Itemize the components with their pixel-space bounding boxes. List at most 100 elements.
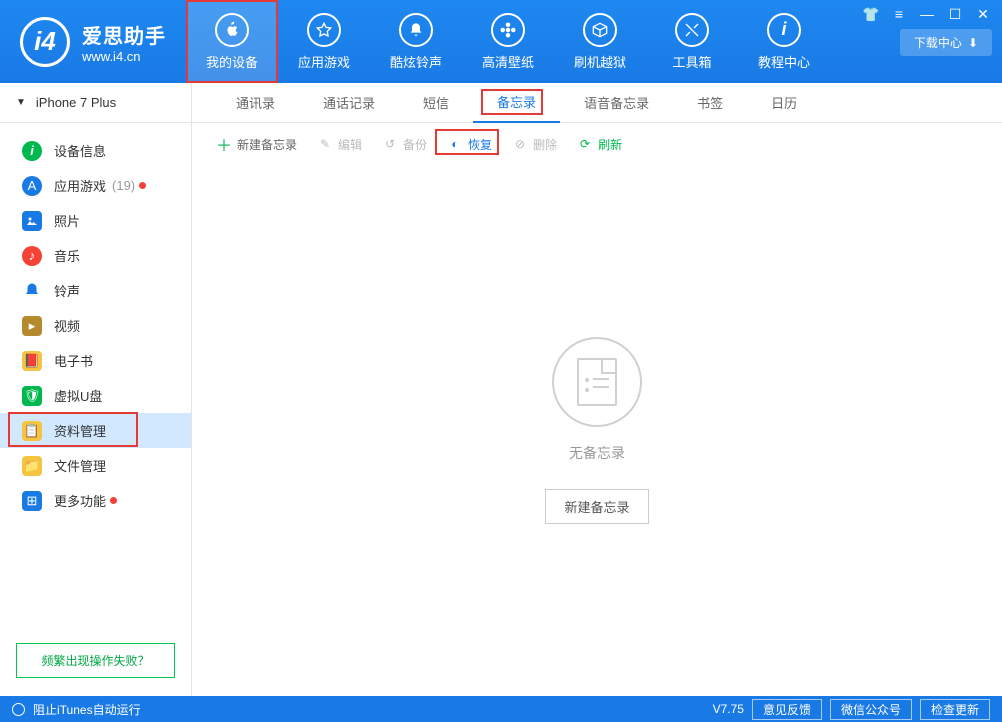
body: ▼ iPhone 7 Plus i设备信息 A应用游戏(19) 照片 ♪音乐 铃… xyxy=(0,83,1002,696)
video-icon: ▸ xyxy=(22,316,42,336)
logo-text: 爱思助手 www.i4.cn xyxy=(82,20,166,64)
nav-label: 应用游戏 xyxy=(298,52,350,71)
info-icon: i xyxy=(22,141,42,161)
tab-contacts[interactable]: 通讯录 xyxy=(212,83,299,123)
sidebar-item-label: 应用游戏 xyxy=(54,176,106,195)
empty-icon xyxy=(552,337,642,427)
app-url: www.i4.cn xyxy=(82,49,166,64)
help-link[interactable]: 频繁出现操作失败？ xyxy=(16,643,175,678)
menu-icon[interactable]: ≡ xyxy=(890,6,908,23)
sidebar-item-apps[interactable]: A应用游戏(19) xyxy=(0,168,191,203)
maximize-icon[interactable]: ☐ xyxy=(946,6,964,23)
device-selector[interactable]: ▼ iPhone 7 Plus xyxy=(0,83,191,123)
tab-label: 备忘录 xyxy=(497,92,536,111)
new-note-button[interactable]: ＋ 新建备忘录 xyxy=(208,132,305,157)
toolbar: ＋ 新建备忘录 ✎ 编辑 ↺备份 ◐恢复 ⊘ 删除 ⟳刷新 xyxy=(192,123,1002,165)
nav-ringtones[interactable]: 酷炫铃声 xyxy=(370,0,462,83)
tab-notes[interactable]: 备忘录 xyxy=(473,83,560,123)
minimize-icon[interactable]: — xyxy=(918,6,936,23)
nav-apps[interactable]: 应用游戏 xyxy=(278,0,370,83)
shield-icon: 🛡 xyxy=(22,386,42,406)
notification-dot xyxy=(139,182,146,189)
tool-label: 新建备忘录 xyxy=(237,136,297,153)
music-icon: ♪ xyxy=(22,246,42,266)
sidebar-item-music[interactable]: ♪ 音乐 xyxy=(0,238,191,273)
bell-icon xyxy=(399,13,433,47)
delete-icon: ⊘ xyxy=(512,136,528,152)
device-name: iPhone 7 Plus xyxy=(36,95,116,110)
tool-label: 恢复 xyxy=(468,136,492,153)
delete-button[interactable]: ⊘ 删除 xyxy=(504,132,565,157)
feedback-button[interactable]: 意见反馈 xyxy=(752,699,822,720)
refresh-button[interactable]: ⟳刷新 xyxy=(569,132,630,157)
sidebar-item-ringtones[interactable]: 铃声 xyxy=(0,273,191,308)
sidebar-item-photos[interactable]: 照片 xyxy=(0,203,191,238)
tabs: 通讯录 通话记录 短信 备忘录 语音备忘录 书签 日历 xyxy=(192,83,1002,123)
sidebar-item-label: 文件管理 xyxy=(54,456,106,475)
sidebar-item-file-mgmt[interactable]: 📁 文件管理 xyxy=(0,448,191,483)
sidebar-item-label: 铃声 xyxy=(54,281,80,300)
document-icon: 📋 xyxy=(22,421,42,441)
logo-area: i4 爱思助手 www.i4.cn xyxy=(0,17,186,67)
sidebar-item-label: 照片 xyxy=(54,211,80,230)
backup-button[interactable]: ↺备份 xyxy=(374,132,435,157)
flower-icon xyxy=(491,13,525,47)
tool-label: 编辑 xyxy=(338,136,362,153)
sidebar-item-device-info[interactable]: i 设备信息 xyxy=(0,133,191,168)
nav-items: 我的设备 应用游戏 酷炫铃声 高清壁纸 刷机越狱 工具箱 i 教程中心 xyxy=(186,0,830,83)
nav-tutorials[interactable]: i 教程中心 xyxy=(738,0,830,83)
nav-toolbox[interactable]: 工具箱 xyxy=(646,0,738,83)
tab-voice-memos[interactable]: 语音备忘录 xyxy=(560,83,673,123)
nav-label: 高清壁纸 xyxy=(482,52,534,71)
wechat-button[interactable]: 微信公众号 xyxy=(830,699,912,720)
nav-my-device[interactable]: 我的设备 xyxy=(186,0,278,83)
sidebar-item-more[interactable]: ⊞更多功能 xyxy=(0,483,191,518)
bell-icon xyxy=(22,281,42,301)
edit-button[interactable]: ✎ 编辑 xyxy=(309,132,370,157)
folder-icon: 📁 xyxy=(22,456,42,476)
create-note-button[interactable]: 新建备忘录 xyxy=(545,489,648,524)
sidebar-item-videos[interactable]: ▸视频 xyxy=(0,308,191,343)
download-icon: ⬇ xyxy=(968,36,978,50)
skin-icon[interactable]: 👕 xyxy=(862,6,880,23)
tool-label: 删除 xyxy=(533,136,557,153)
itunes-toggle[interactable]: 阻止iTunes自动运行 xyxy=(33,701,141,718)
plus-icon: ＋ xyxy=(216,136,232,152)
sidebar-item-label: 虚拟U盘 xyxy=(54,386,102,405)
edit-icon: ✎ xyxy=(317,136,333,152)
tool-label: 刷新 xyxy=(598,136,622,153)
window-controls: 👕 ≡ — ☐ ✕ xyxy=(862,6,992,23)
sidebar-item-label: 更多功能 xyxy=(54,491,106,510)
tab-calendar[interactable]: 日历 xyxy=(747,83,821,123)
appstore-icon: A xyxy=(22,176,42,196)
sidebar-item-label: 资料管理 xyxy=(54,421,106,440)
tab-calllog[interactable]: 通话记录 xyxy=(299,83,399,123)
nav-label: 刷机越狱 xyxy=(574,52,626,71)
download-center-button[interactable]: 下载中心 ⬇ xyxy=(900,29,992,56)
sidebar-item-label: 音乐 xyxy=(54,246,80,265)
chevron-down-icon: ▼ xyxy=(16,97,26,108)
tab-sms[interactable]: 短信 xyxy=(399,83,473,123)
notification-dot xyxy=(110,497,117,504)
tab-bookmarks[interactable]: 书签 xyxy=(673,83,747,123)
sidebar-item-data-mgmt[interactable]: 📋 资料管理 xyxy=(0,413,191,448)
empty-title: 无备忘录 xyxy=(569,443,625,463)
sidebar-item-ebooks[interactable]: 📕电子书 xyxy=(0,343,191,378)
nav-jailbreak[interactable]: 刷机越狱 xyxy=(554,0,646,83)
version-label: V7.75 xyxy=(713,702,744,716)
box-icon xyxy=(583,13,617,47)
header-right: 👕 ≡ — ☐ ✕ 下载中心 ⬇ xyxy=(862,6,992,56)
sidebar-item-label: 设备信息 xyxy=(54,141,106,160)
nav-label: 酷炫铃声 xyxy=(390,52,442,71)
nav-label: 工具箱 xyxy=(672,52,711,71)
nav-wallpapers[interactable]: 高清壁纸 xyxy=(462,0,554,83)
apple-icon xyxy=(215,13,249,47)
tools-icon xyxy=(675,13,709,47)
nav-label: 我的设备 xyxy=(206,52,258,71)
sidebar-item-udisk[interactable]: 🛡 虚拟U盘 xyxy=(0,378,191,413)
appstore-icon xyxy=(307,13,341,47)
close-icon[interactable]: ✕ xyxy=(974,6,992,23)
tool-label: 备份 xyxy=(403,136,427,153)
update-button[interactable]: 检查更新 xyxy=(920,699,990,720)
restore-button[interactable]: ◐恢复 xyxy=(439,132,500,157)
